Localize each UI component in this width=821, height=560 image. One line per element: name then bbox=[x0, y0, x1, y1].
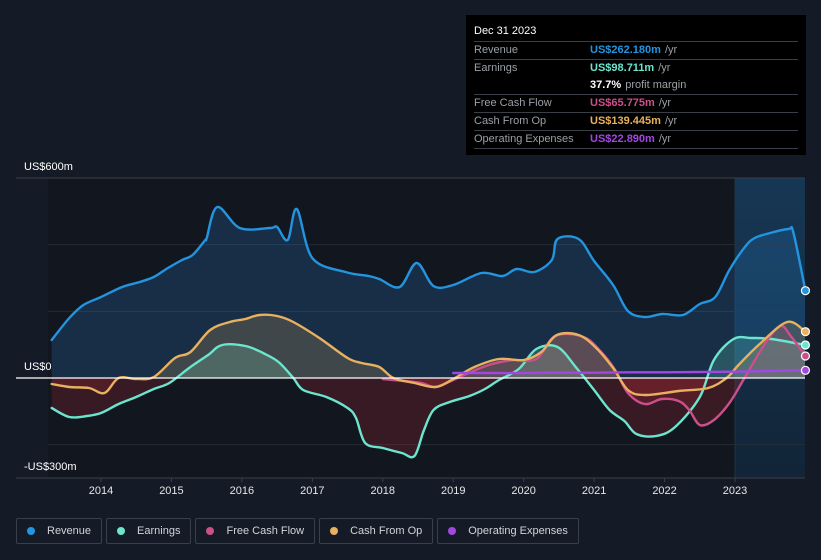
tooltip-value: US$65.775m bbox=[590, 97, 655, 109]
legend-label: Cash From Op bbox=[350, 525, 423, 537]
tooltip-row-revenue: Revenue US$262.180m /yr bbox=[474, 42, 798, 60]
x-tick-label: 2018 bbox=[371, 485, 395, 497]
cash-from-op-end-marker bbox=[800, 327, 811, 337]
legend-label: Earnings bbox=[137, 525, 181, 537]
legend-item-revenue[interactable]: Revenue bbox=[16, 518, 103, 544]
tooltip-label: Earnings bbox=[474, 62, 518, 74]
x-tick-label: 2019 bbox=[441, 485, 465, 497]
legend-dot-icon bbox=[448, 527, 457, 535]
tooltip: Dec 31 2023 Revenue US$262.180m /yr Earn… bbox=[466, 15, 806, 155]
x-tick-label: 2020 bbox=[511, 485, 535, 497]
tooltip-unit: profit margin bbox=[625, 79, 687, 91]
tooltip-label: Free Cash Flow bbox=[474, 97, 552, 109]
tooltip-row-free-cash-flow: Free Cash Flow US$65.775m /yr bbox=[474, 95, 798, 113]
free-cash-flow-end-marker bbox=[800, 351, 811, 361]
x-tick-label: 2022 bbox=[652, 485, 676, 497]
x-tick-label: 2023 bbox=[723, 485, 747, 497]
x-tick-label: 2015 bbox=[159, 485, 183, 497]
tooltip-date: Dec 31 2023 bbox=[474, 23, 798, 42]
tooltip-unit: /yr bbox=[664, 44, 678, 56]
legend-item-free-cash-flow[interactable]: Free Cash Flow bbox=[195, 518, 316, 544]
tooltip-unit: /yr bbox=[658, 97, 672, 109]
legend-dot-icon bbox=[27, 527, 35, 535]
legend-dot-icon bbox=[117, 527, 126, 535]
legend-label: Revenue bbox=[47, 525, 92, 537]
tooltip-label bbox=[474, 77, 590, 94]
tooltip-value: US$139.445m bbox=[590, 115, 661, 127]
operating-expenses-end-marker bbox=[800, 365, 811, 375]
y-axis-label: US$0 bbox=[24, 361, 52, 373]
tooltip-unit: /yr bbox=[658, 62, 671, 74]
legend-item-operating-expenses[interactable]: Operating Expenses bbox=[437, 518, 579, 544]
tooltip-unit: /yr bbox=[664, 115, 678, 127]
tooltip-row-profit-margin: 37.7% profit margin bbox=[474, 77, 798, 95]
profit-margin-value: 37.7% bbox=[590, 79, 622, 91]
legend-label: Operating Expenses bbox=[468, 525, 568, 537]
tooltip-value: US$22.890m bbox=[590, 133, 655, 145]
x-tick-label: 2021 bbox=[582, 485, 606, 497]
tooltip-value: US$262.180m bbox=[590, 44, 661, 56]
x-tick-label: 2017 bbox=[300, 485, 324, 497]
x-tick-label: 2014 bbox=[89, 485, 113, 497]
earnings-end-marker bbox=[800, 340, 811, 350]
legend: Revenue Earnings Free Cash Flow Cash Fro… bbox=[16, 518, 579, 544]
legend-dot-icon bbox=[206, 527, 215, 535]
tooltip-row-cash-from-op: Cash From Op US$139.445m /yr bbox=[474, 113, 798, 131]
tooltip-row-operating-expenses: Operating Expenses US$22.890m /yr bbox=[474, 131, 798, 149]
tooltip-unit: /yr bbox=[658, 133, 672, 145]
tooltip-label: Operating Expenses bbox=[474, 133, 574, 145]
x-tick-label: 2016 bbox=[230, 485, 254, 497]
tooltip-row-earnings: Earnings US$98.711m /yr bbox=[474, 60, 798, 77]
tooltip-value: US$98.711m bbox=[590, 62, 655, 74]
y-axis-label: US$600m bbox=[24, 161, 73, 173]
legend-item-earnings[interactable]: Earnings bbox=[106, 518, 192, 544]
legend-item-cash-from-op[interactable]: Cash From Op bbox=[319, 518, 434, 544]
y-axis-label: -US$300m bbox=[24, 461, 77, 473]
tooltip-label: Revenue bbox=[474, 44, 519, 56]
legend-dot-icon bbox=[330, 527, 339, 535]
tooltip-label: Cash From Op bbox=[474, 115, 547, 127]
revenue-end-marker bbox=[800, 286, 811, 296]
legend-label: Free Cash Flow bbox=[226, 525, 305, 537]
